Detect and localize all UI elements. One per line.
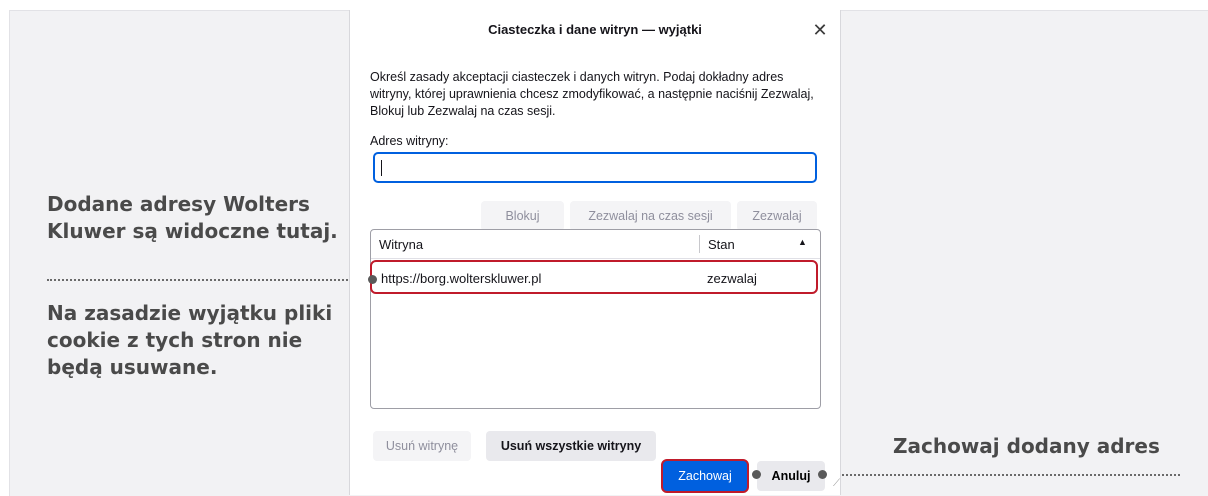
allow-session-button[interactable]: Zezwalaj na czas sesji bbox=[570, 201, 731, 231]
dialog-title: Ciasteczka i dane witryn — wyjątki bbox=[488, 22, 702, 37]
save-button[interactable]: Zachowaj bbox=[661, 459, 749, 493]
row-highlight-frame bbox=[370, 260, 818, 294]
table-header: Witryna Stan ▲ bbox=[371, 230, 820, 259]
cancel-button[interactable]: Anuluj bbox=[757, 461, 825, 491]
annotation-save-address: Zachowaj dodany adres bbox=[893, 434, 1160, 458]
annotation-sites-visible: Dodane adresy Wolters Kluwer są widoczne… bbox=[47, 192, 338, 243]
sort-ascending-icon: ▲ bbox=[798, 237, 807, 247]
close-icon[interactable]: ✕ bbox=[808, 18, 832, 42]
sites-table: Witryna Stan ▲ https://borg.wolterskluwe… bbox=[370, 229, 821, 409]
address-input[interactable] bbox=[373, 152, 817, 183]
annotation-pointer-dot bbox=[368, 275, 377, 284]
annotation-pointer-line bbox=[47, 279, 372, 281]
allow-button[interactable]: Zezwalaj bbox=[737, 201, 817, 231]
remove-site-button[interactable]: Usuń witrynę bbox=[373, 431, 471, 461]
column-separator bbox=[699, 235, 700, 253]
column-header-state[interactable]: Stan bbox=[708, 237, 735, 252]
annotation-save-pointer-line bbox=[822, 474, 1180, 476]
address-label: Adres witryny: bbox=[370, 134, 449, 148]
block-button[interactable]: Blokuj bbox=[481, 201, 564, 231]
remove-all-sites-button[interactable]: Usuń wszystkie witryny bbox=[486, 431, 656, 461]
annotation-cookie-exception: Na zasadzie wyjątku pliki cookie z tych … bbox=[47, 301, 333, 379]
dialog-description: Określ zasady akceptacji ciasteczek i da… bbox=[370, 70, 814, 118]
annotation-save-pointer-dot-end bbox=[818, 470, 827, 479]
annotation-save-pointer-dot bbox=[752, 470, 761, 479]
resize-grip-icon[interactable]: ⟋ bbox=[833, 478, 840, 489]
text-caret bbox=[381, 160, 382, 176]
cookie-exceptions-dialog: Ciasteczka i dane witryn — wyjątki ✕ Okr… bbox=[349, 10, 841, 495]
dialog-titlebar: Ciasteczka i dane witryn — wyjątki ✕ bbox=[350, 10, 840, 50]
column-header-site[interactable]: Witryna bbox=[379, 237, 423, 252]
